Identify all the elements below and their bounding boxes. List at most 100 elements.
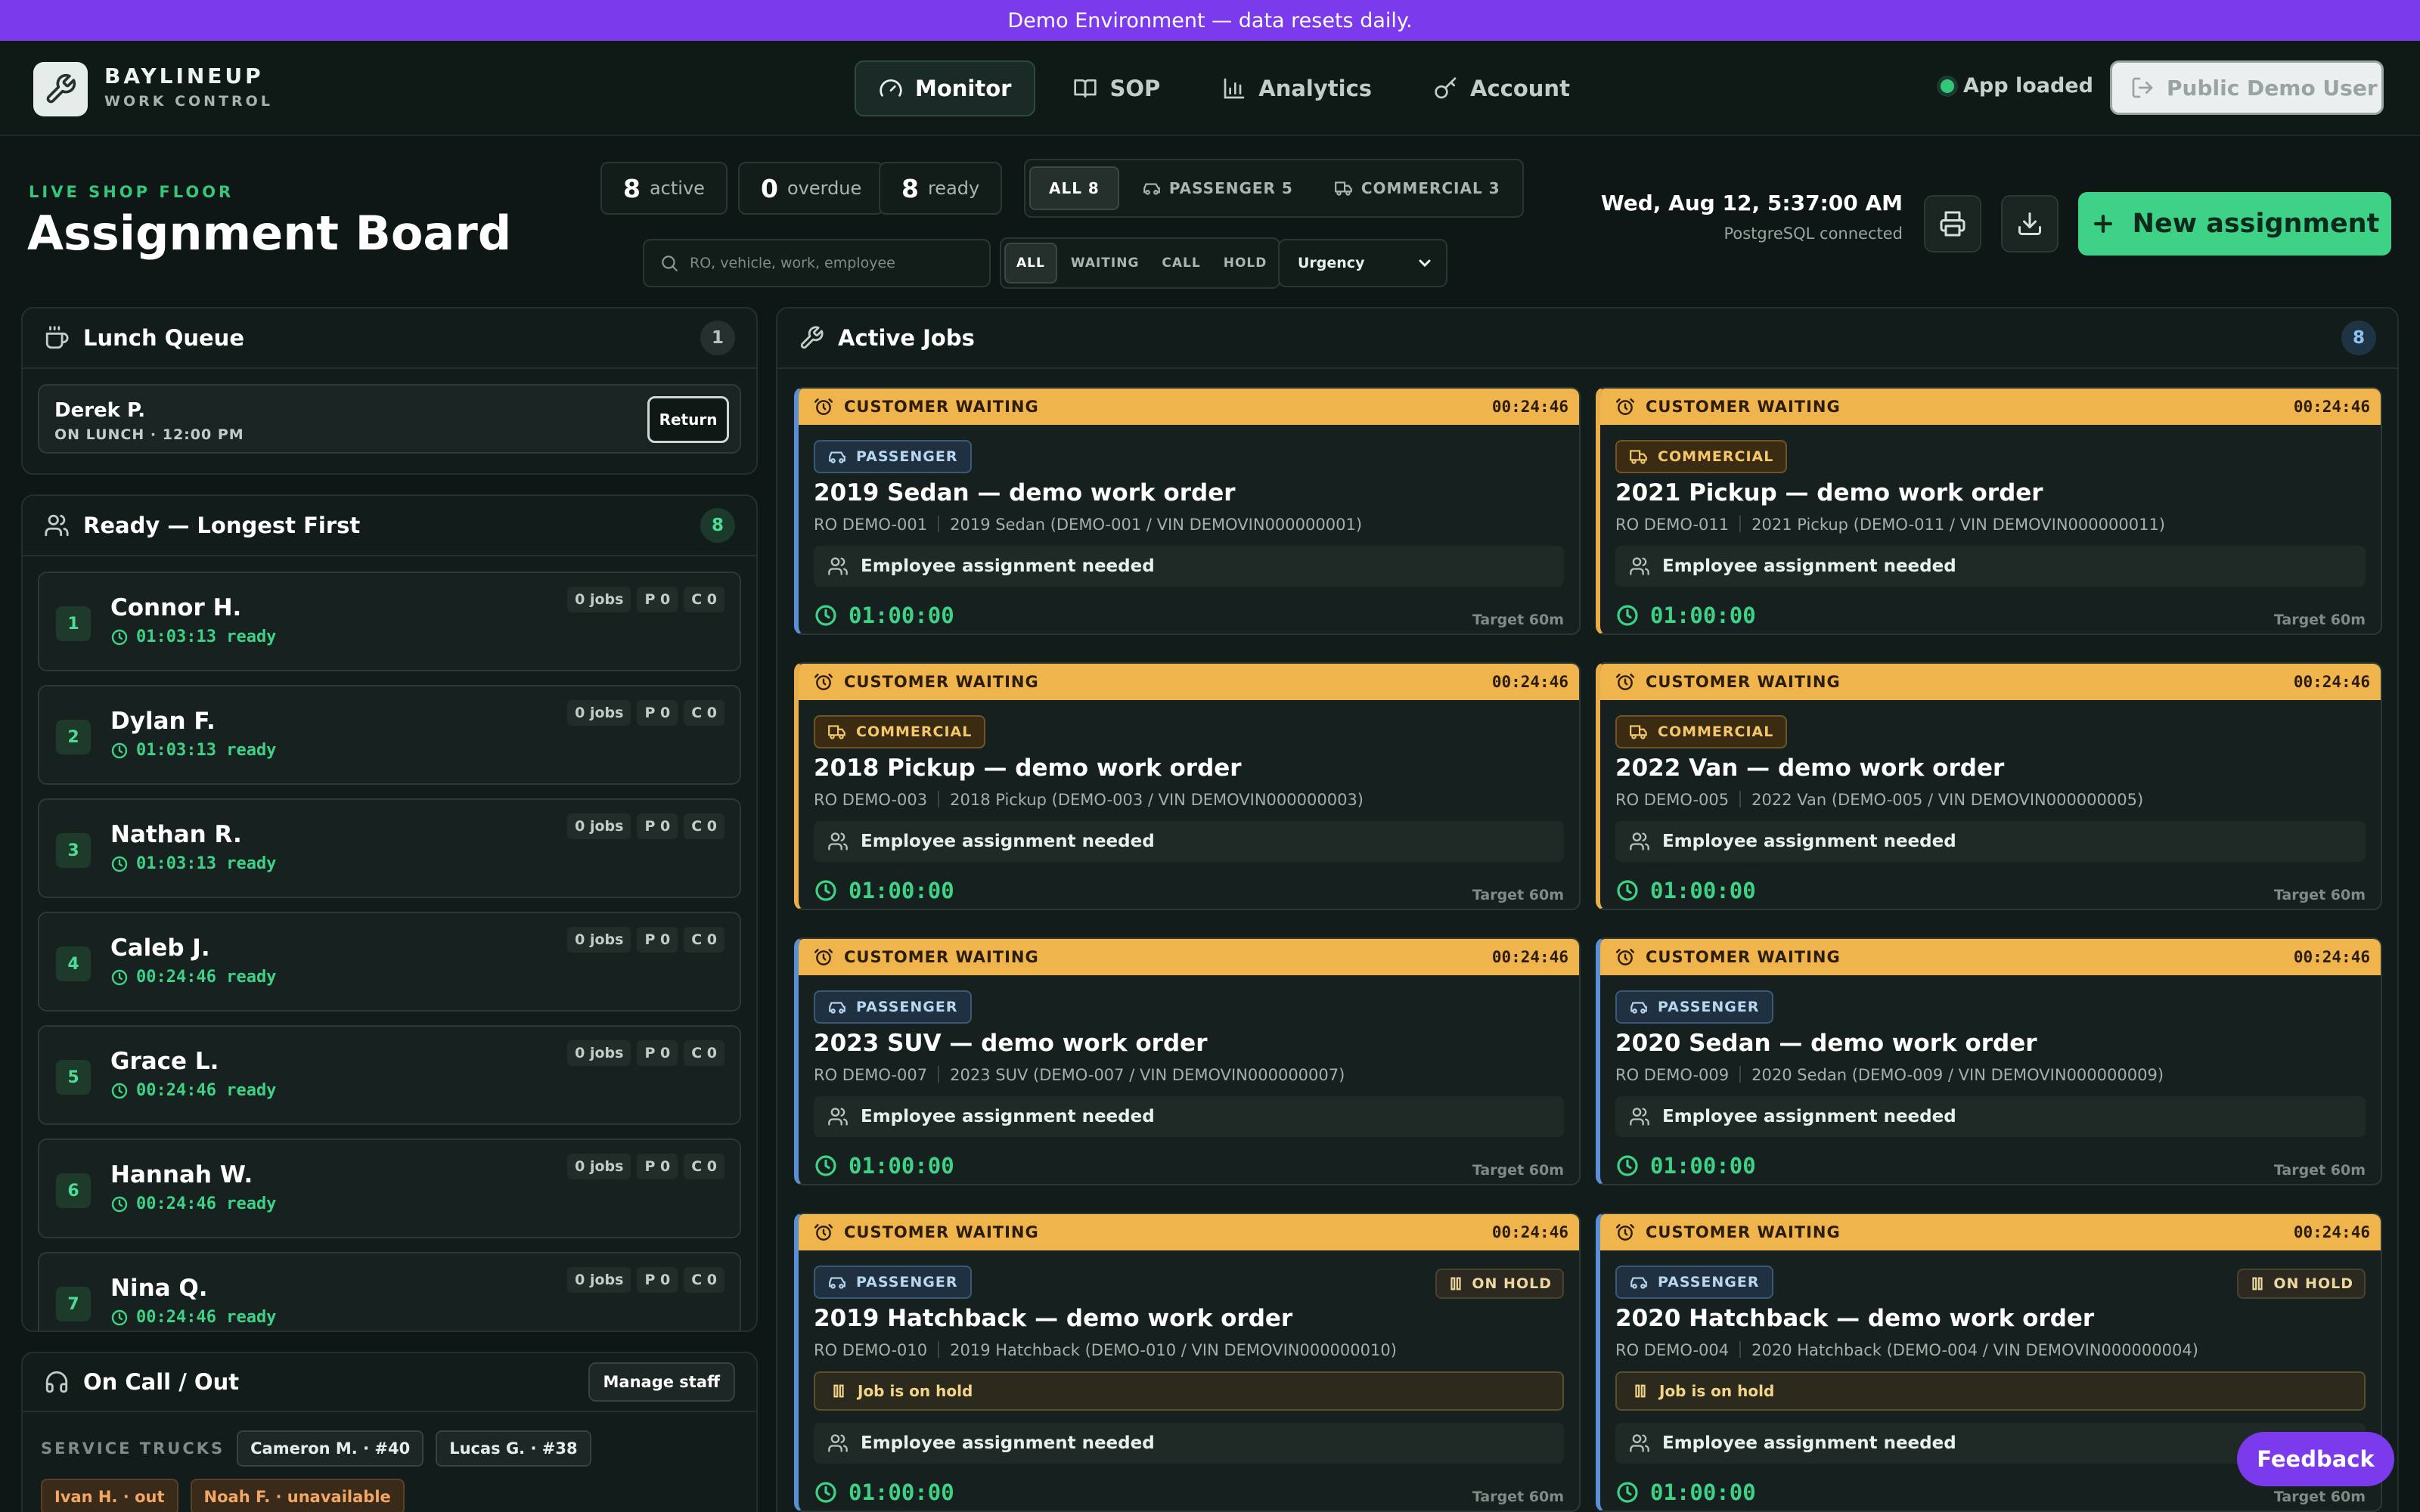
clock-icon bbox=[111, 1196, 128, 1212]
commercial-count-tag: C 0 bbox=[684, 927, 724, 953]
job-card[interactable]: CUSTOMER WAITING 00:24:46 COMMERCIAL 2022 V… bbox=[1596, 662, 2382, 910]
assign-employee-row[interactable]: Employee assignment needed bbox=[1615, 821, 2366, 862]
printer-icon bbox=[1940, 211, 1965, 237]
ready-name: Connor H. bbox=[110, 594, 242, 621]
jobs-count-tag: 0 jobs bbox=[567, 1040, 631, 1066]
job-card[interactable]: CUSTOMER WAITING 00:24:46 COMMERCIAL 2018 P… bbox=[794, 662, 1581, 910]
active-jobs-count: 8 bbox=[2341, 321, 2376, 355]
job-status-bar: CUSTOMER WAITING 00:24:46 bbox=[1600, 1214, 2381, 1250]
assign-employee-text: Employee assignment needed bbox=[1662, 1433, 1956, 1453]
manage-staff-button[interactable]: Manage staff bbox=[588, 1362, 735, 1402]
job-status-bar: CUSTOMER WAITING 00:24:46 bbox=[1600, 389, 2381, 425]
job-type-badge: PASSENGER bbox=[1615, 990, 1773, 1024]
job-card[interactable]: CUSTOMER WAITING 00:24:46 PASSENGER ON HOLD… bbox=[794, 1213, 1581, 1512]
ready-item[interactable]: 2 Dylan F. 01:03:13 ready 0 jobs P 0C 0 bbox=[38, 685, 741, 785]
filter-all-types[interactable]: ALL 8 bbox=[1029, 166, 1119, 210]
search-input[interactable]: RO, vehicle, work, employee bbox=[690, 255, 895, 271]
demo-banner: Demo Environment — data resets daily. bbox=[0, 0, 2420, 41]
status-filter-all[interactable]: ALL bbox=[1004, 243, 1057, 284]
job-footer: 01:00:00 Target 60m bbox=[814, 872, 1564, 909]
job-title[interactable]: 2023 SUV — demo work order bbox=[814, 1030, 1564, 1057]
ready-item[interactable]: 5 Grace L. 00:24:46 ready 0 jobs P 0C 0 bbox=[38, 1025, 741, 1125]
alarm-clock-icon bbox=[814, 949, 833, 965]
feedback-button[interactable]: Feedback bbox=[2237, 1432, 2394, 1486]
job-vehicle: 2019 Sedan (DEMO-001 / VIN DEMOVIN000000… bbox=[950, 516, 1363, 534]
ready-tags: 0 jobs P 0C 0 bbox=[567, 1267, 724, 1293]
job-card[interactable]: CUSTOMER WAITING 00:24:46 PASSENGER 2023 SU… bbox=[794, 937, 1581, 1185]
assign-employee-row[interactable]: Employee assignment needed bbox=[814, 1096, 1564, 1137]
job-wait-timer: 00:24:46 bbox=[2293, 948, 2370, 966]
job-card[interactable]: CUSTOMER WAITING 00:24:46 PASSENGER 2020 Se… bbox=[1596, 937, 2382, 1185]
brand: BAYLINEUP WORK CONTROL bbox=[104, 64, 273, 110]
job-type-label: PASSENGER bbox=[856, 448, 958, 465]
search-box[interactable]: RO, vehicle, work, employee bbox=[643, 239, 991, 287]
assign-employee-row[interactable]: Employee assignment needed bbox=[1615, 546, 2366, 587]
lunch-item: Derek P. ON LUNCH · 12:00 PM Return bbox=[38, 384, 741, 454]
app-logo[interactable] bbox=[33, 62, 88, 116]
car-icon bbox=[829, 1002, 845, 1014]
assign-employee-row[interactable]: Employee assignment needed bbox=[814, 821, 1564, 862]
ready-name: Nina Q. bbox=[110, 1275, 208, 1302]
filter-commercial[interactable]: COMMERCIAL 3 bbox=[1316, 166, 1519, 210]
job-title[interactable]: 2020 Sedan — demo work order bbox=[1615, 1030, 2366, 1057]
job-hold-notice: Job is on hold bbox=[814, 1371, 1564, 1411]
job-title[interactable]: 2018 Pickup — demo work order bbox=[814, 754, 1564, 782]
staff-chip[interactable]: Ivan H. · out bbox=[41, 1479, 178, 1512]
staff-chip[interactable]: Lucas G. · #38 bbox=[436, 1430, 591, 1467]
job-ro: RO DEMO-003 bbox=[814, 791, 928, 809]
demo-user-button[interactable]: Public Demo User bbox=[2110, 60, 2384, 115]
ready-item[interactable]: 1 Connor H. 01:03:13 ready 0 jobs P 0C 0 bbox=[38, 572, 741, 671]
job-vehicle: 2018 Pickup (DEMO-003 / VIN DEMOVIN00000… bbox=[950, 791, 1364, 809]
users-icon bbox=[1630, 557, 1649, 575]
assign-employee-row[interactable]: Employee assignment needed bbox=[814, 1423, 1564, 1464]
job-title[interactable]: 2020 Hatchback — demo work order bbox=[1615, 1305, 2366, 1332]
ready-item[interactable]: 7 Nina Q. 00:24:46 ready 0 jobs P 0C 0 bbox=[38, 1252, 741, 1331]
job-status-bar: CUSTOMER WAITING 00:24:46 bbox=[799, 1214, 1579, 1250]
nav-analytics[interactable]: Analytics bbox=[1198, 60, 1396, 116]
job-footer: 01:00:00 Target 60m bbox=[1615, 1148, 2366, 1184]
users-icon bbox=[45, 514, 69, 537]
sort-select-value: Urgency bbox=[1298, 255, 1365, 271]
ready-item[interactable]: 4 Caleb J. 00:24:46 ready 0 jobs P 0C 0 bbox=[38, 912, 741, 1012]
stat-overdue-value: 0 bbox=[761, 173, 778, 203]
job-title[interactable]: 2022 Van — demo work order bbox=[1615, 754, 2366, 782]
job-title[interactable]: 2019 Hatchback — demo work order bbox=[814, 1305, 1564, 1332]
job-vehicle: 2022 Van (DEMO-005 / VIN DEMOVIN00000000… bbox=[1751, 791, 2144, 809]
nav-sop[interactable]: SOP bbox=[1049, 60, 1184, 116]
download-button[interactable] bbox=[2001, 195, 2059, 253]
status-filter-waiting[interactable]: WAITING bbox=[1062, 243, 1149, 284]
filter-passenger[interactable]: PASSENGER 5 bbox=[1124, 166, 1311, 210]
ready-time-text: 00:24:46 ready bbox=[136, 1308, 277, 1327]
print-button[interactable] bbox=[1924, 195, 1981, 253]
ready-name: Caleb J. bbox=[110, 934, 210, 962]
nav-account[interactable]: Account bbox=[1410, 60, 1594, 116]
job-status-label: CUSTOMER WAITING bbox=[1646, 948, 1841, 966]
status-filter-hold[interactable]: HOLD bbox=[1215, 243, 1277, 284]
car-icon bbox=[1143, 183, 1160, 195]
job-title[interactable]: 2019 Sedan — demo work order bbox=[814, 479, 1564, 507]
ready-name: Nathan R. bbox=[110, 821, 242, 848]
job-type-label: PASSENGER bbox=[856, 999, 958, 1015]
new-assignment-button[interactable]: New assignment bbox=[2078, 192, 2391, 256]
ready-item[interactable]: 3 Nathan R. 01:03:13 ready 0 jobs P 0C 0 bbox=[38, 798, 741, 898]
ready-tags: 0 jobs P 0C 0 bbox=[567, 700, 724, 726]
sort-select[interactable]: Urgency bbox=[1278, 239, 1447, 287]
pause-icon bbox=[1450, 1277, 1461, 1290]
return-button[interactable]: Return bbox=[647, 396, 729, 443]
assign-employee-row[interactable]: Employee assignment needed bbox=[1615, 1096, 2366, 1137]
job-hold-notice: Job is on hold bbox=[1615, 1371, 2366, 1411]
job-card[interactable]: CUSTOMER WAITING 00:24:46 COMMERCIAL 2021 P… bbox=[1596, 387, 2382, 635]
job-elapsed: 01:00:00 bbox=[1650, 1153, 1756, 1179]
commercial-count-tag: C 0 bbox=[684, 1040, 724, 1066]
nav-monitor[interactable]: Monitor bbox=[855, 60, 1036, 116]
job-card[interactable]: CUSTOMER WAITING 00:24:46 PASSENGER 2019 Se… bbox=[794, 387, 1581, 635]
ready-item[interactable]: 6 Hannah W. 00:24:46 ready 0 jobs P 0C 0 bbox=[38, 1139, 741, 1238]
status-filter-call[interactable]: CALL bbox=[1153, 243, 1209, 284]
staff-chip[interactable]: Cameron M. · #40 bbox=[237, 1430, 424, 1467]
assign-employee-row[interactable]: Employee assignment needed bbox=[814, 546, 1564, 587]
divider bbox=[938, 791, 940, 807]
job-body: PASSENGER ON HOLD 2019 Hatchback — demo wo… bbox=[799, 1250, 1579, 1510]
staff-chip[interactable]: Noah F. · unavailable bbox=[190, 1479, 405, 1512]
job-body: COMMERCIAL 2021 Pickup — demo work order R… bbox=[1600, 425, 2381, 634]
job-title[interactable]: 2021 Pickup — demo work order bbox=[1615, 479, 2366, 507]
